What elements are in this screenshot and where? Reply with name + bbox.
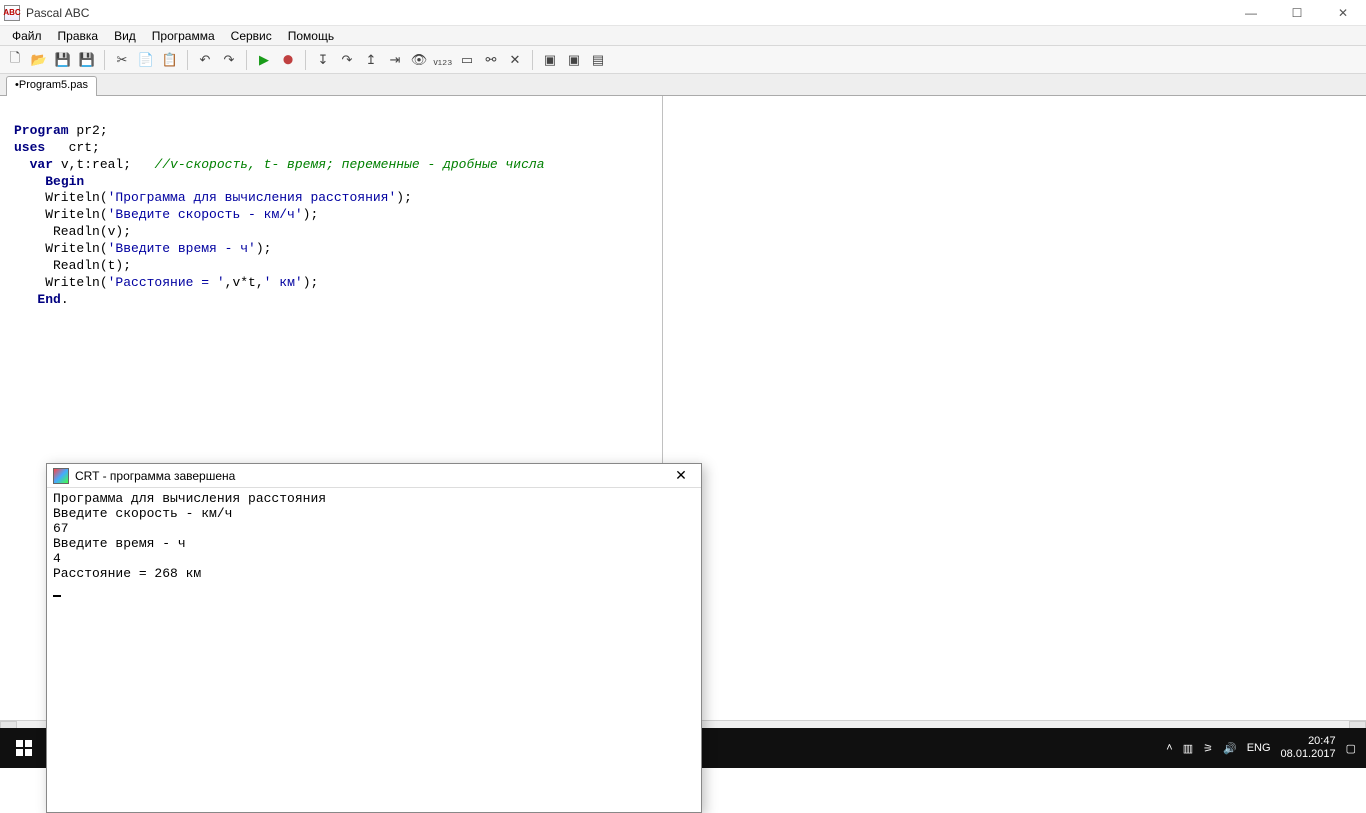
console-icon — [53, 468, 69, 484]
menu-item[interactable]: Вид — [106, 27, 144, 45]
code-line: Begin — [14, 174, 648, 191]
app-icon: ABC — [4, 5, 20, 21]
cut-icon[interactable]: ✂ — [111, 49, 133, 71]
menu-item[interactable]: Помощь — [280, 27, 342, 45]
toolbar: 🗋📂💾💾✂📄📋↶↷▶⬤↧↷↥⇥👁ᵥ₁₂₃▭⚯✕▣▣▤ — [0, 46, 1366, 74]
console-close-button[interactable]: ✕ — [667, 467, 695, 484]
menu-item[interactable]: Сервис — [223, 27, 280, 45]
battery-icon[interactable]: ▥ — [1183, 742, 1193, 755]
run-icon[interactable]: ▶ — [253, 49, 275, 71]
system-tray: ˄ ▥ ⚞ 🔊 ENG 20:47 08.01.2017 ▢ — [1156, 735, 1366, 761]
panel-icon[interactable]: ▤ — [587, 49, 609, 71]
toolbar-separator — [532, 50, 533, 70]
watch-icon[interactable]: 👁 — [408, 49, 430, 71]
open-file-icon[interactable]: 📂 — [28, 49, 50, 71]
redo-icon[interactable]: ↷ — [218, 49, 240, 71]
code-line: End. — [14, 292, 648, 309]
code-line: Readln(v); — [14, 224, 648, 241]
language-indicator[interactable]: ENG — [1247, 742, 1271, 754]
volume-icon[interactable]: 🔊 — [1223, 742, 1237, 755]
window-icon[interactable]: ▭ — [456, 49, 478, 71]
var-icon[interactable]: ᵥ₁₂₃ — [432, 49, 454, 71]
clock-date: 08.01.2017 — [1281, 748, 1336, 761]
maximize-button[interactable]: ☐ — [1274, 0, 1320, 26]
tray-chevron-icon[interactable]: ˄ — [1166, 742, 1172, 754]
save-all-icon[interactable]: 💾 — [76, 49, 98, 71]
paste-icon[interactable]: 📋 — [159, 49, 181, 71]
secondary-pane — [663, 96, 1366, 720]
code-line: Writeln('Программа для вычисления рассто… — [14, 190, 648, 207]
step-over-icon[interactable]: ↷ — [336, 49, 358, 71]
stop-icon[interactable]: ⬤ — [277, 49, 299, 71]
start-button[interactable] — [0, 728, 48, 768]
toolbar-separator — [305, 50, 306, 70]
clock[interactable]: 20:47 08.01.2017 — [1281, 735, 1336, 761]
menu-item[interactable]: Программа — [144, 27, 223, 45]
cursor — [53, 595, 61, 597]
code-line: var v,t:real; //v-скорость, t- время; пе… — [14, 157, 648, 174]
toolbar-separator — [104, 50, 105, 70]
undo-icon[interactable]: ↶ — [194, 49, 216, 71]
wifi-icon[interactable]: ⚞ — [1203, 742, 1213, 755]
copy-icon[interactable]: 📄 — [135, 49, 157, 71]
menu-item[interactable]: Файл — [4, 27, 50, 45]
console-title: CRT - программа завершена — [75, 469, 235, 483]
link-icon[interactable]: ⚯ — [480, 49, 502, 71]
close-button[interactable]: ✕ — [1320, 0, 1366, 26]
step-into-icon[interactable]: ↧ — [312, 49, 334, 71]
workspace: Program pr2;uses crt; var v,t:real; //v-… — [0, 96, 1366, 720]
menu-item[interactable]: Правка — [50, 27, 107, 45]
window-title: Pascal ABC — [26, 6, 89, 20]
code-line: uses crt; — [14, 140, 648, 157]
file-tab[interactable]: •Program5.pas — [6, 76, 97, 96]
action-center-icon[interactable]: ▢ — [1346, 742, 1356, 755]
save-icon[interactable]: 💾 — [52, 49, 74, 71]
toolbar-separator — [246, 50, 247, 70]
code-line: Writeln('Введите время - ч'); — [14, 241, 648, 258]
code-line: Program pr2; — [14, 123, 648, 140]
cross-icon[interactable]: ✕ — [504, 49, 526, 71]
toolbar-separator — [187, 50, 188, 70]
minimize-button[interactable]: — — [1228, 0, 1274, 26]
code-line — [14, 106, 648, 123]
toggle-out-icon[interactable]: ▣ — [539, 49, 561, 71]
console-titlebar[interactable]: CRT - программа завершена ✕ — [47, 464, 701, 488]
run-to-cursor-icon[interactable]: ⇥ — [384, 49, 406, 71]
clock-time: 20:47 — [1281, 735, 1336, 748]
step-out-icon[interactable]: ↥ — [360, 49, 382, 71]
window-titlebar: ABC Pascal ABC — ☐ ✕ — [0, 0, 1366, 26]
toggle-in-icon[interactable]: ▣ — [563, 49, 585, 71]
new-file-icon[interactable]: 🗋 — [4, 49, 26, 71]
code-line: Writeln('Введите скорость - км/ч'); — [14, 207, 648, 224]
console-output: Программа для вычисления расстояния Введ… — [47, 488, 701, 812]
menu-bar: ФайлПравкаВидПрограммаСервисПомощь — [0, 26, 1366, 46]
tab-strip: •Program5.pas — [0, 74, 1366, 96]
console-window[interactable]: CRT - программа завершена ✕ Программа дл… — [46, 463, 702, 813]
code-line: Readln(t); — [14, 258, 648, 275]
code-line: Writeln('Расстояние = ',v*t,' км'); — [14, 275, 648, 292]
